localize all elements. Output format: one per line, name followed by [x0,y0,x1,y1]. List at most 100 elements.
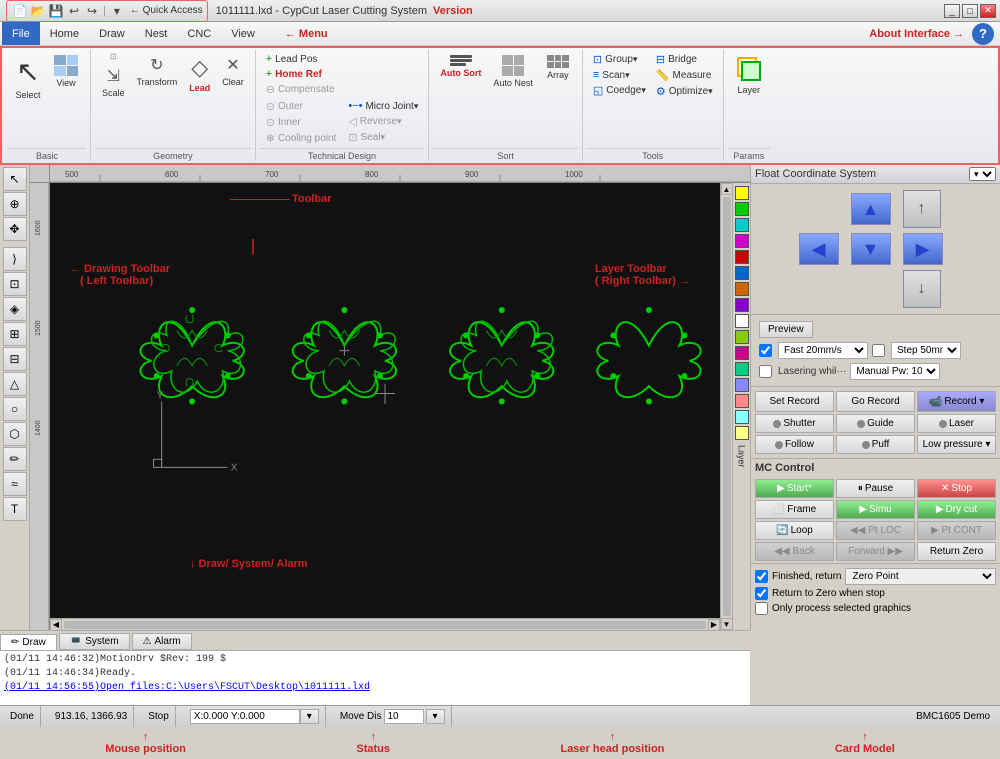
returnzero-btn[interactable]: Return Zero [917,542,996,561]
scroll-up-btn[interactable]: ▲ [721,183,733,195]
bridge-btn[interactable]: ⊟ Bridge [652,52,717,67]
scroll-down-btn[interactable]: ▼ [721,618,733,630]
layer-color-9[interactable] [735,314,749,328]
reverse-btn[interactable]: ◁ Reverse ▾ [344,114,422,129]
auto-nest-btn[interactable]: Auto Nest [488,52,538,91]
outer-btn[interactable]: ⊙ Outer [262,99,341,114]
lt-btn10[interactable]: ≈ [3,472,27,496]
about-btn[interactable]: ? [972,23,994,45]
ptcont-btn[interactable]: ▶ Pt CONT [917,521,996,540]
manual-pw-select[interactable]: Manual Pw: 100% [850,363,940,380]
tab-draw[interactable]: ✏ Draw [0,634,57,650]
layer-color-15[interactable] [735,410,749,424]
laser-check[interactable] [759,365,772,378]
h-scrollbar[interactable]: ◀ ▶ [50,618,720,630]
lt-btn1[interactable]: ⟩ [3,247,27,271]
lt-btn9[interactable]: ✏ [3,447,27,471]
h-scroll-thumb[interactable] [64,621,706,629]
fast-select[interactable]: Fast 20mm/s [778,342,868,359]
menu-file[interactable]: File [2,22,40,45]
lt-btn7[interactable]: ○ [3,397,27,421]
back-btn[interactable]: ◀◀ Back [755,542,834,561]
menu-nest[interactable]: Nest [135,22,178,45]
return-zero-check[interactable] [755,587,768,600]
lead-btn[interactable]: ◇ Lead [184,52,215,96]
move-dis-input[interactable] [384,709,424,724]
coedge-btn[interactable]: ◱ Coedge ▾ [589,83,650,98]
menu-draw[interactable]: Draw [89,22,135,45]
lt-btn5[interactable]: ⊟ [3,347,27,371]
v-scroll-thumb[interactable] [723,197,731,616]
minimize-btn[interactable]: _ [944,4,960,18]
laser-pos-input[interactable] [190,709,300,724]
scroll-right-btn[interactable]: ▶ [708,619,720,631]
simu-btn[interactable]: ▶ Simu [836,500,915,519]
save-btn[interactable]: 💾 [47,2,65,20]
v-scrollbar[interactable]: ▲ ▼ [720,183,732,630]
undo-btn[interactable]: ↩ [65,2,83,20]
redo-btn[interactable]: ↪ [83,2,101,20]
layer-color-12[interactable] [735,362,749,376]
compensate-btn[interactable]: ⊖ Compensate [262,82,339,97]
new-btn[interactable]: 📄 [11,2,29,20]
scroll-left-btn[interactable]: ◀ [50,619,62,631]
layer-color-5[interactable] [735,250,749,264]
lt-select-btn[interactable]: ↖ [3,167,27,191]
record-btn[interactable]: 📹 Record ▾ [917,391,996,412]
layer-color-4[interactable] [735,234,749,248]
layer-color-16[interactable] [735,426,749,440]
group-btn[interactable]: ⊡ Group ▾ [589,52,650,67]
measure-btn[interactable]: 📏 Measure [652,68,717,83]
tab-system[interactable]: 💻 System [59,633,130,650]
start-btn[interactable]: ▶ Start* [755,479,834,498]
array-btn[interactable]: Array [540,52,576,83]
lt-btn8[interactable]: ⬡ [3,422,27,446]
layer-color-8[interactable] [735,298,749,312]
lt-zoom-btn[interactable]: ⊕ [3,192,27,216]
layer-color-1[interactable] [735,186,749,200]
scan-btn[interactable]: ≡ Scan ▾ [589,68,650,82]
step-check[interactable] [872,344,885,357]
inner-btn[interactable]: ⊙ Inner [262,115,341,130]
cooling-point-btn[interactable]: ❄ Cooling point [262,131,341,146]
layer-color-7[interactable] [735,282,749,296]
step-select[interactable]: Step 50mm [891,342,961,359]
nav-btn-bottom-right[interactable]: ↓ [903,270,941,308]
layer-color-6[interactable] [735,266,749,280]
console-line-3[interactable]: (01/11 14:56:55)Open files:C:\Users\FSCU… [4,681,746,695]
scale-btn[interactable]: ⇲ Scale [97,63,130,101]
layer-color-3[interactable] [735,218,749,232]
nav-btn-top-right[interactable]: ↑ [903,190,941,228]
console[interactable]: (01/11 14:46:32)MotionDrv $Rev: 199 $ (0… [0,650,750,705]
select-btn[interactable]: ↖ Select [10,52,46,103]
home-ref-btn[interactable]: + Home Ref [262,67,339,81]
menu-view[interactable]: View [221,22,265,45]
stop-btn[interactable]: ✕ Stop [917,479,996,498]
shutter-btn[interactable]: Shutter [755,414,834,433]
layer-color-2[interactable] [735,202,749,216]
only-process-check[interactable] [755,602,768,615]
menu-home[interactable]: Home [40,22,89,45]
laser-btn[interactable]: Laser [917,414,996,433]
view-btn[interactable]: View [48,52,84,91]
forward-btn[interactable]: Forward ▶▶ [836,542,915,561]
lt-btn6[interactable]: △ [3,372,27,396]
set-record-btn[interactable]: Set Record [755,391,834,412]
micro-joint-btn[interactable]: •−• Micro Joint ▾ [344,99,422,113]
close-btn[interactable]: ✕ [980,4,996,18]
layer-color-11[interactable] [735,346,749,360]
move-dis-btn[interactable]: ▾ [426,709,445,724]
guide-btn[interactable]: Guide [836,414,915,433]
drycut-btn[interactable]: ▶ Dry cut [917,500,996,519]
lt-pan-btn[interactable]: ✥ [3,217,27,241]
nav-down-btn[interactable]: ▼ [851,233,891,265]
transform-btn[interactable]: ↻ Transform [132,52,183,90]
tab-alarm[interactable]: ⚠ Alarm [132,633,192,650]
low-pressure-btn[interactable]: Low pressure ▾ [917,435,996,454]
layer-color-14[interactable] [735,394,749,408]
nav-left-btn[interactable]: ◀ [799,233,839,265]
main-canvas[interactable]: X Y Toolbar [50,183,720,630]
lt-btn2[interactable]: ⊡ [3,272,27,296]
seal-btn[interactable]: ⊡ Seal ▾ [344,130,422,145]
ptloc-btn[interactable]: ◀◀ Pt LOC [836,521,915,540]
